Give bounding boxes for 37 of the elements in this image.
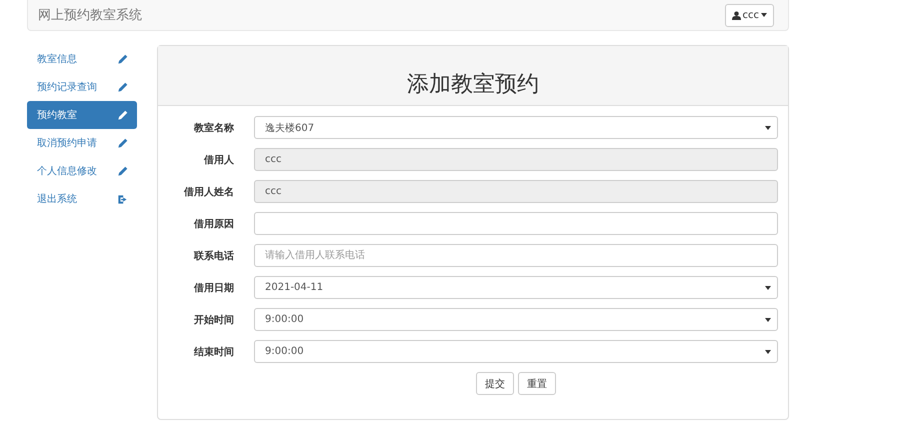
- sidebar-item[interactable]: 个人信息修改: [27, 157, 137, 185]
- reset-button[interactable]: 重置: [518, 372, 556, 395]
- sidebar-item[interactable]: 教室信息: [27, 45, 137, 73]
- field-label: 开始时间: [193, 314, 235, 326]
- field-label: 联系电话: [192, 250, 235, 262]
- user-icon: [732, 10, 740, 20]
- select-field[interactable]: 9:00:00: [254, 340, 778, 363]
- sidebar-item[interactable]: 预约教室: [27, 101, 137, 129]
- sidebar-item[interactable]: 退出系统: [27, 185, 137, 213]
- field-label: 借用原因: [192, 218, 235, 230]
- brand-title: 网上预约教室系统: [38, 7, 142, 24]
- field-label: 借用人姓名: [182, 186, 235, 198]
- pencil-icon: [117, 166, 128, 176]
- sidebar-item[interactable]: 预约记录查询: [27, 73, 137, 101]
- pencil-icon: [117, 110, 128, 120]
- caret-icon: [765, 126, 771, 130]
- select-field[interactable]: 9:00:00: [254, 308, 778, 331]
- field-label: 借用人: [202, 154, 235, 166]
- field-label: 结束时间: [192, 346, 235, 358]
- caret-icon: [761, 13, 767, 17]
- pencil-icon: [117, 82, 128, 92]
- select-field[interactable]: 2021-04-11: [254, 276, 778, 299]
- select-field[interactable]: 逸夫楼607: [254, 116, 778, 139]
- sidebar-item[interactable]: 取消预约申请: [27, 129, 137, 157]
- panel-title: 添加教室预约: [407, 71, 539, 99]
- pencil-icon: [117, 54, 128, 64]
- caret-icon: [765, 318, 771, 322]
- user-menu-button[interactable]: ccc: [724, 4, 774, 26]
- caret-icon: [765, 350, 771, 354]
- submit-button[interactable]: 提交: [476, 372, 514, 395]
- input-field[interactable]: [254, 212, 778, 235]
- input-field[interactable]: 请输入借用人联系电话: [254, 244, 778, 267]
- field-label: 教室名称: [192, 121, 235, 134]
- field-label: 借用日期: [192, 282, 235, 294]
- pencil-icon: [117, 138, 128, 148]
- caret-icon: [765, 286, 771, 290]
- logout-icon: [117, 194, 128, 204]
